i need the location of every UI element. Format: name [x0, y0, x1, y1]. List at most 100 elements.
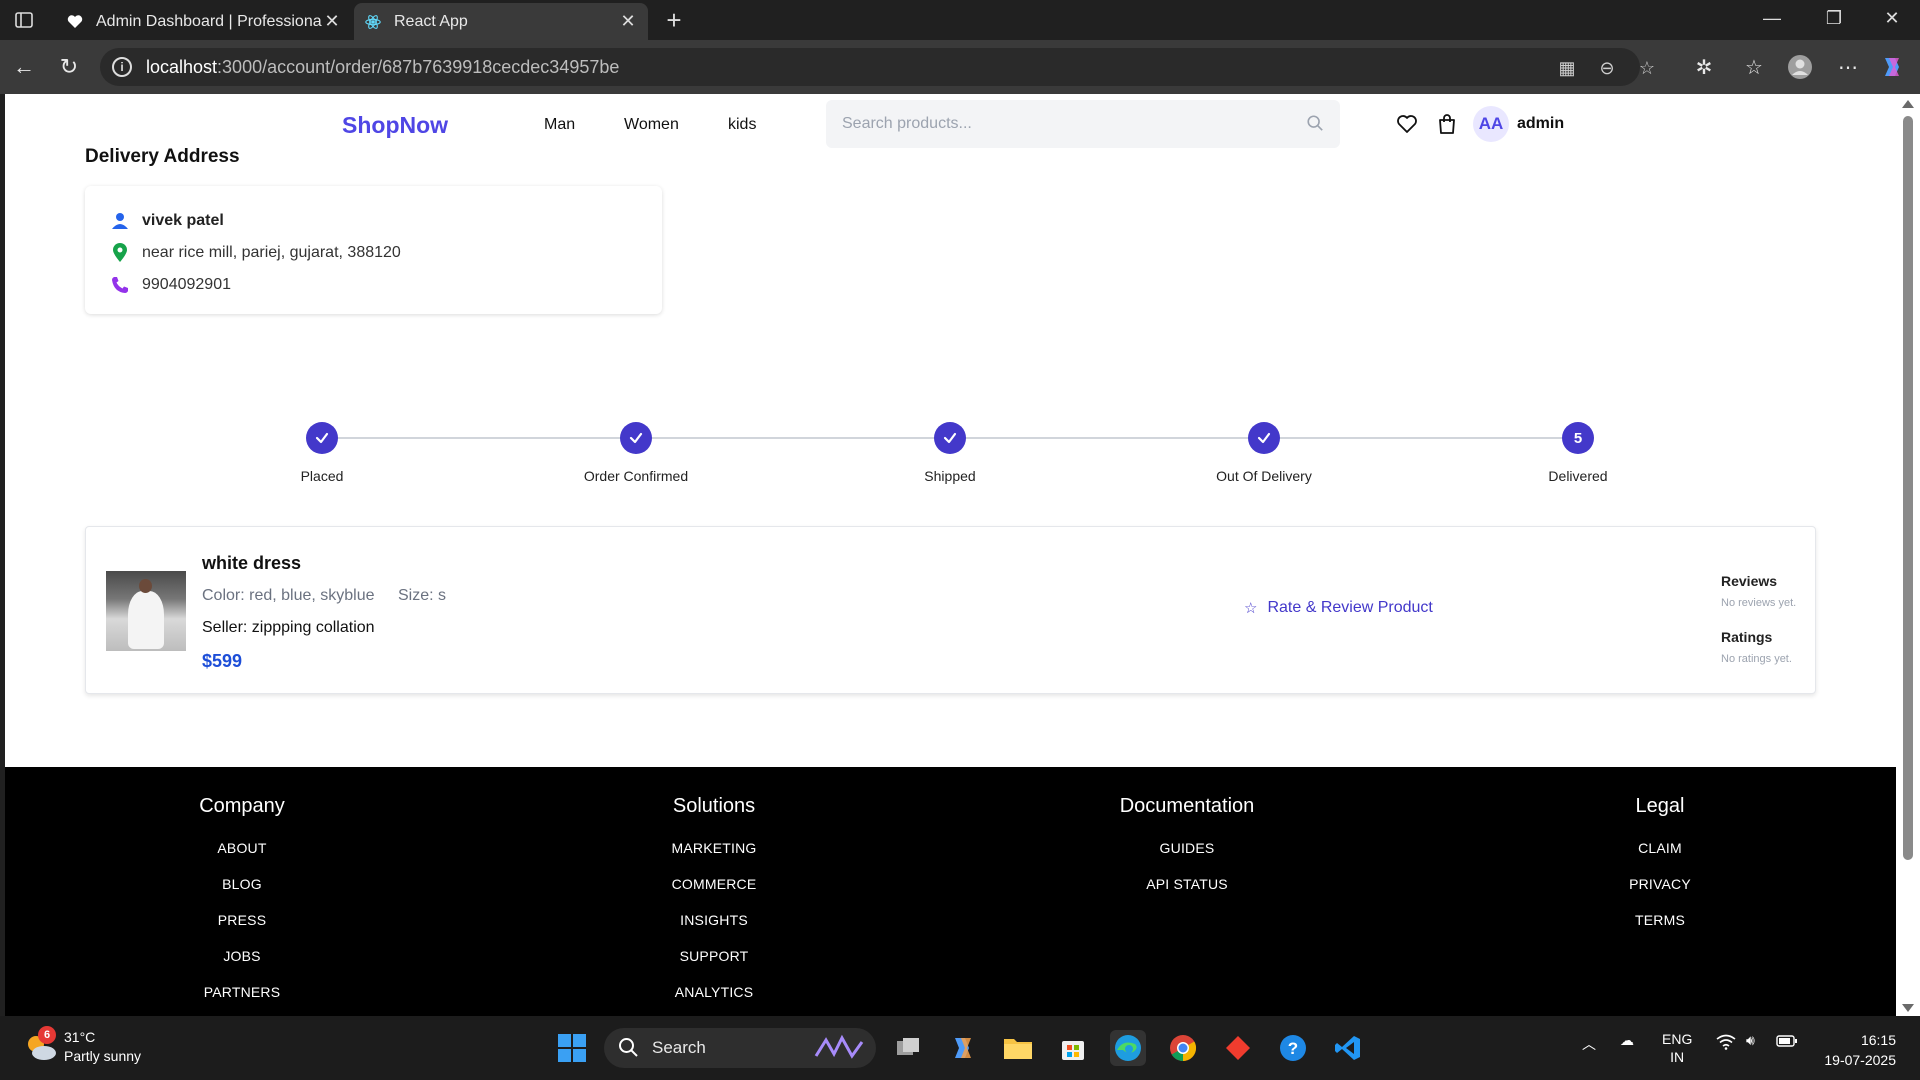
step-order-confirmed: Order Confirmed: [536, 394, 736, 484]
footer-link-marketing[interactable]: MARKETING: [584, 840, 844, 856]
zoom-icon[interactable]: ⊖: [1596, 58, 1618, 80]
footer-link-jobs[interactable]: JOBS: [112, 948, 372, 964]
reload-icon[interactable]: ↻: [55, 54, 83, 82]
more-options-icon[interactable]: ⋯: [1834, 54, 1862, 82]
site-logo[interactable]: ShopNow: [342, 112, 448, 139]
tab-actions-icon[interactable]: [10, 8, 38, 32]
footer-link-support[interactable]: SUPPORT: [584, 948, 844, 964]
footer-link-about[interactable]: ABOUT: [112, 840, 372, 856]
footer-link-analytics[interactable]: ANALYTICS: [584, 984, 844, 1000]
footer-link-commerce[interactable]: COMMERCE: [584, 876, 844, 892]
restore-icon[interactable]: ❐: [1814, 8, 1854, 32]
customer-address: near rice mill, pariej, gujarat, 388120: [142, 244, 401, 261]
region-code: IN: [1670, 1049, 1685, 1065]
product-name[interactable]: white dress: [202, 553, 301, 574]
step-delivered: 5 Delivered: [1478, 394, 1678, 484]
step-label: Order Confirmed: [583, 468, 689, 484]
check-icon: [1248, 422, 1280, 454]
wifi-icon[interactable]: [1716, 1034, 1736, 1053]
window-close-icon[interactable]: ✕: [1872, 8, 1912, 32]
customer-name: vivek patel: [142, 212, 224, 229]
footer-link-claim[interactable]: CLAIM: [1530, 840, 1790, 856]
footer-link-api-status[interactable]: API STATUS: [1057, 876, 1317, 892]
language-indicator[interactable]: ENG IN: [1662, 1030, 1692, 1066]
battery-icon[interactable]: [1776, 1034, 1798, 1051]
page-scrollbar[interactable]: [1896, 94, 1920, 1016]
favorite-star-icon[interactable]: ☆: [1636, 58, 1658, 80]
windows-taskbar: 6 31°C Partly sunny Search ? ︿ ☁ ENG IN …: [0, 1016, 1920, 1080]
footer-link-guides[interactable]: GUIDES: [1057, 840, 1317, 856]
new-tab-icon[interactable]: +: [660, 6, 688, 34]
footer-heading: Company: [199, 795, 285, 817]
wishlist-heart-icon[interactable]: [1395, 112, 1421, 138]
order-item-card: white dress Color: red, blue, skyblue Si…: [85, 526, 1816, 694]
footer-link-blog[interactable]: BLOG: [112, 876, 372, 892]
git-app-icon[interactable]: [1220, 1030, 1256, 1066]
product-image[interactable]: [106, 571, 186, 651]
scroll-down-arrow-icon[interactable]: [1902, 1004, 1914, 1012]
taskbar-search[interactable]: Search: [604, 1028, 876, 1068]
footer-link-privacy[interactable]: PRIVACY: [1530, 876, 1790, 892]
minimize-icon[interactable]: —: [1752, 8, 1792, 32]
user-name[interactable]: admin: [1517, 115, 1564, 133]
address-name-row: vivek patel: [110, 210, 224, 232]
rate-review-label: Rate & Review Product: [1267, 599, 1433, 616]
location-pin-icon: [110, 243, 130, 263]
copilot-app-icon[interactable]: [945, 1030, 981, 1066]
footer-column-documentation: Documentation GUIDES API STATUS: [1057, 795, 1317, 912]
star-icon: ☆: [1244, 600, 1258, 617]
language-code: ENG: [1662, 1031, 1693, 1047]
copilot-icon[interactable]: [1878, 54, 1906, 82]
windows-start-icon[interactable]: [554, 1030, 590, 1066]
footer-column-company: Company ABOUT BLOG PRESS JOBS PARTNERS: [112, 795, 372, 1016]
task-view-icon[interactable]: [890, 1030, 926, 1066]
browser-tab-admin[interactable]: Admin Dashboard | Professional M ✕: [56, 3, 352, 40]
footer-link-insights[interactable]: INSIGHTS: [584, 912, 844, 928]
footer-link-terms[interactable]: TERMS: [1530, 912, 1790, 928]
favorites-icon[interactable]: ☆: [1740, 54, 1768, 82]
onedrive-icon[interactable]: ☁: [1620, 1032, 1634, 1049]
system-clock[interactable]: 16:15 19-07-2025: [1816, 1030, 1896, 1070]
vscode-icon[interactable]: [1330, 1030, 1366, 1066]
address-phone-row: 9904092901: [110, 274, 231, 296]
file-explorer-icon[interactable]: [1000, 1030, 1036, 1066]
step-shipped: Shipped: [850, 394, 1050, 484]
user-avatar[interactable]: AA: [1473, 106, 1509, 142]
close-tab-icon[interactable]: ✕: [618, 11, 638, 32]
nav-link-kids[interactable]: kids: [728, 116, 756, 134]
phone-icon: [110, 275, 130, 295]
tray-expand-icon[interactable]: ︿: [1582, 1034, 1596, 1054]
back-icon[interactable]: ←: [10, 54, 38, 82]
step-label: Placed: [300, 468, 344, 484]
nav-link-man[interactable]: Man: [544, 116, 575, 134]
search-input[interactable]: [826, 100, 1296, 148]
footer-heading: Legal: [1635, 795, 1685, 817]
volume-icon[interactable]: 🔊︎: [1746, 1032, 1755, 1049]
site-info-icon[interactable]: i: [112, 57, 132, 77]
rate-review-button[interactable]: ☆ Rate & Review Product: [1244, 599, 1433, 617]
footer-link-partners[interactable]: PARTNERS: [112, 984, 372, 1000]
close-tab-icon[interactable]: ✕: [322, 11, 342, 32]
edge-browser-icon[interactable]: [1110, 1030, 1146, 1066]
browser-tab-react-app[interactable]: React App ✕: [354, 3, 648, 40]
delivery-address-title: Delivery Address: [85, 146, 240, 167]
cart-bag-icon[interactable]: [1435, 112, 1461, 138]
svg-text:?: ?: [1288, 1039, 1298, 1058]
apps-grid-icon[interactable]: ▦: [1556, 58, 1578, 80]
step-label: Shipped: [924, 468, 976, 484]
address-bar[interactable]: i localhost:3000/account/order/687b76399…: [100, 48, 1655, 86]
scroll-up-arrow-icon[interactable]: [1902, 100, 1914, 108]
weather-widget[interactable]: 6 31°C Partly sunny: [24, 1026, 224, 1070]
nav-link-women[interactable]: Women: [624, 116, 679, 134]
scrollbar-thumb[interactable]: [1903, 116, 1913, 860]
profile-icon[interactable]: [1786, 54, 1814, 82]
extensions-icon[interactable]: ✲: [1690, 54, 1718, 82]
product-size: Size: s: [398, 587, 447, 604]
help-icon[interactable]: ?: [1275, 1030, 1311, 1066]
chrome-icon[interactable]: [1165, 1030, 1201, 1066]
microsoft-store-icon[interactable]: [1055, 1030, 1091, 1066]
footer-link-press[interactable]: PRESS: [112, 912, 372, 928]
heart-favicon-icon: [66, 13, 84, 31]
search-icon[interactable]: [1306, 114, 1326, 134]
search-box: [826, 100, 1340, 148]
